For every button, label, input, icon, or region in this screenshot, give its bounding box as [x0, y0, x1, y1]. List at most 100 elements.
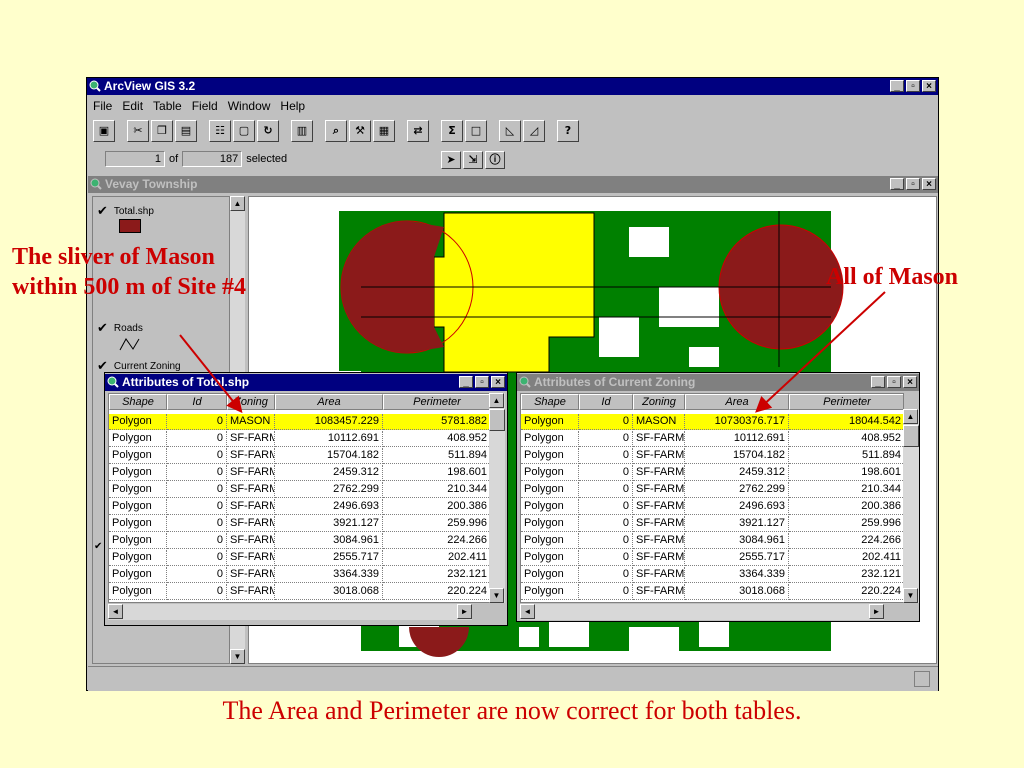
- minimize-button[interactable]: _: [890, 80, 904, 92]
- table-hscroll[interactable]: ◄ ►: [108, 604, 472, 620]
- scroll-down-icon[interactable]: ▼: [489, 588, 504, 603]
- attribute-grid[interactable]: Shape Id Zoning Area Perimeter Polygon 0 MASON 1…: [520, 393, 904, 603]
- scroll-thumb[interactable]: [489, 409, 505, 431]
- table-properties-icon[interactable]: ☷: [209, 120, 231, 142]
- cut-icon[interactable]: ✂: [127, 120, 149, 142]
- view-maximize-button[interactable]: ▫: [906, 178, 920, 190]
- resize-grip-icon[interactable]: [914, 671, 930, 687]
- menu-field[interactable]: Field: [188, 97, 224, 115]
- help-pointer-icon[interactable]: ?: [557, 120, 579, 142]
- promote-icon[interactable]: ▦: [373, 120, 395, 142]
- scroll-right-icon[interactable]: ►: [457, 604, 472, 619]
- menu-help[interactable]: Help: [276, 97, 311, 115]
- scroll-down-icon[interactable]: ▼: [903, 588, 918, 603]
- join-icon[interactable]: ⇄: [407, 120, 429, 142]
- column-header[interactable]: Shape: [521, 394, 579, 410]
- menu-bar: File Edit Table Field Window Help: [89, 97, 311, 115]
- edit-pointer-icon[interactable]: ⇲: [463, 151, 483, 169]
- table-row[interactable]: Polygon 0 SF-FARM 10112.691 408.952: [109, 431, 489, 447]
- table-maximize-button[interactable]: ▫: [475, 376, 489, 388]
- checkbox-icon[interactable]: ✔: [97, 203, 108, 219]
- globe-icon: [89, 80, 101, 92]
- table-header-row[interactable]: Shape Id Zoning Area Perimeter: [521, 394, 903, 410]
- select-all-icon[interactable]: ▢: [233, 120, 255, 142]
- chart-icon[interactable]: ▥: [291, 120, 313, 142]
- scroll-left-icon[interactable]: ◄: [108, 604, 123, 619]
- table-row[interactable]: Polygon 0 MASON 1083457.229 5781.882: [109, 414, 489, 430]
- table-vscroll[interactable]: ▲ ▼: [903, 409, 919, 603]
- table-row[interactable]: Polygon 0 SF-FARM 3018.068 220.224: [109, 584, 489, 600]
- table-row[interactable]: Polygon 0 SF-FARM 2459.312 198.601: [521, 465, 903, 481]
- calculate-icon[interactable]: □: [465, 120, 487, 142]
- scroll-right-icon[interactable]: ►: [869, 604, 884, 619]
- view-close-button[interactable]: ×: [922, 178, 936, 190]
- menu-file[interactable]: File: [89, 97, 118, 115]
- table-row[interactable]: Polygon 0 SF-FARM 2762.299 210.344: [109, 482, 489, 498]
- table-vscroll[interactable]: ▲ ▼: [489, 393, 505, 603]
- column-header[interactable]: Zoning: [633, 394, 685, 410]
- table-hscroll[interactable]: ◄ ►: [520, 604, 884, 620]
- attribute-grid[interactable]: Shape Id Zoning Area Perimeter Polygon 0 MASON 1…: [108, 393, 490, 603]
- menu-window[interactable]: Window: [224, 97, 277, 115]
- table-close-button[interactable]: ×: [903, 376, 917, 388]
- view-minimize-button[interactable]: _: [890, 178, 904, 190]
- attributes-current-zoning-window: Attributes of Current Zoning _ ▫ × Shape…: [516, 372, 920, 622]
- sort-ascending-icon[interactable]: ◺: [499, 120, 521, 142]
- table-row[interactable]: Polygon 0 SF-FARM 3018.068 220.224: [521, 584, 903, 600]
- table-row[interactable]: Polygon 0 SF-FARM 3921.127 259.996: [521, 516, 903, 532]
- column-header[interactable]: Id: [167, 394, 227, 410]
- table-row[interactable]: Polygon 0 SF-FARM 10112.691 408.952: [521, 431, 903, 447]
- toc-item-roads[interactable]: ✔ Roads: [97, 320, 143, 336]
- query-icon[interactable]: ⚒: [349, 120, 371, 142]
- scroll-up-icon[interactable]: ▲: [489, 393, 504, 408]
- copy-icon[interactable]: ❐: [151, 120, 173, 142]
- close-button[interactable]: ×: [922, 80, 936, 92]
- scroll-up-icon[interactable]: ▲: [903, 409, 918, 424]
- table-cell: 220.224: [789, 584, 903, 600]
- column-header[interactable]: Zoning: [227, 394, 275, 410]
- scroll-down-icon[interactable]: ▼: [230, 649, 245, 664]
- sort-descending-icon[interactable]: ◿: [523, 120, 545, 142]
- table-row[interactable]: Polygon 0 SF-FARM 2555.717 202.411: [109, 550, 489, 566]
- summarize-icon[interactable]: Σ: [441, 120, 463, 142]
- table-row[interactable]: Polygon 0 SF-FARM 3084.961 224.266: [521, 533, 903, 549]
- table-row[interactable]: Polygon 0 SF-FARM 2762.299 210.344: [521, 482, 903, 498]
- menu-table[interactable]: Table: [149, 97, 188, 115]
- column-header[interactable]: Area: [685, 394, 789, 410]
- table-header-row[interactable]: Shape Id Zoning Area Perimeter: [109, 394, 489, 410]
- find-icon[interactable]: ⌕: [325, 120, 347, 142]
- menu-edit[interactable]: Edit: [118, 97, 149, 115]
- table-row[interactable]: Polygon 0 SF-FARM 2496.693 200.386: [109, 499, 489, 515]
- column-header[interactable]: Id: [579, 394, 633, 410]
- table-minimize-button[interactable]: _: [871, 376, 885, 388]
- table-row[interactable]: Polygon 0 SF-FARM 3364.339 232.121: [109, 567, 489, 583]
- save-icon[interactable]: ▣: [93, 120, 115, 142]
- table-row[interactable]: Polygon 0 SF-FARM 15704.182 511.894: [521, 448, 903, 464]
- column-header[interactable]: Perimeter: [789, 394, 903, 410]
- table-row[interactable]: Polygon 0 SF-FARM 2555.717 202.411: [521, 550, 903, 566]
- paste-icon[interactable]: ▤: [175, 120, 197, 142]
- table-row[interactable]: Polygon 0 SF-FARM 3921.127 259.996: [109, 516, 489, 532]
- pointer-icon[interactable]: ➤: [441, 151, 461, 169]
- scroll-thumb[interactable]: [903, 425, 919, 447]
- column-header[interactable]: Shape: [109, 394, 167, 410]
- table-close-button[interactable]: ×: [491, 376, 505, 388]
- table-row[interactable]: Polygon 0 SF-FARM 15704.182 511.894: [109, 448, 489, 464]
- refresh-icon[interactable]: ↻: [257, 120, 279, 142]
- table-minimize-button[interactable]: _: [459, 376, 473, 388]
- toc-item-total-shp[interactable]: ✔ Total.shp: [97, 203, 154, 219]
- table-maximize-button[interactable]: ▫: [887, 376, 901, 388]
- scroll-up-icon[interactable]: ▲: [230, 196, 245, 211]
- maximize-button[interactable]: ▫: [906, 80, 920, 92]
- table-row[interactable]: Polygon 0 SF-FARM 3084.961 224.266: [109, 533, 489, 549]
- scroll-left-icon[interactable]: ◄: [520, 604, 535, 619]
- table-row[interactable]: Polygon 0 SF-FARM 2496.693 200.386: [521, 499, 903, 515]
- column-header[interactable]: Perimeter: [383, 394, 489, 410]
- info-icon[interactable]: ⓘ: [485, 151, 505, 169]
- table-row[interactable]: Polygon 0 SF-FARM 2459.312 198.601: [109, 465, 489, 481]
- table-row[interactable]: Polygon 0 SF-FARM 3364.339 232.121: [521, 567, 903, 583]
- checkbox-icon[interactable]: ✔: [97, 320, 108, 336]
- table-cell: 18044.542: [789, 414, 903, 430]
- table-row[interactable]: Polygon 0 MASON 10730376.717 18044.542: [521, 414, 903, 430]
- column-header[interactable]: Area: [275, 394, 383, 410]
